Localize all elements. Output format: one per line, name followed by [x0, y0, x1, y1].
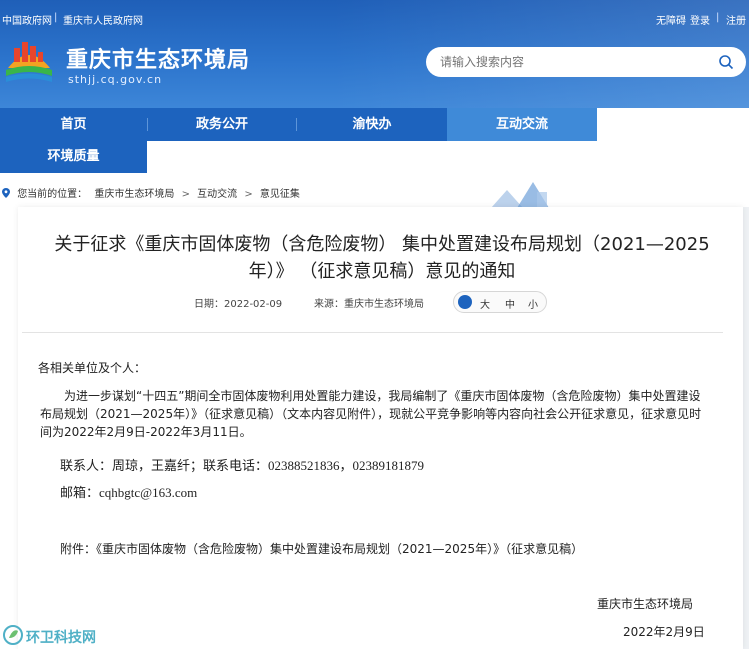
article-date: 日期：2022-02-09	[194, 299, 283, 310]
site-url: sthjj.cq.gov.cn	[68, 73, 163, 86]
article-sign-date: 2022年2月9日	[623, 625, 705, 639]
article-signature: 重庆市生态环境局	[597, 597, 694, 611]
article-salutation: 各相关单位及个人：	[38, 361, 147, 375]
main-nav: 首页 政务公开 渝快办 互动交流	[0, 108, 749, 141]
search-icon[interactable]	[718, 54, 734, 70]
article-title: 关于征求《重庆市固体废物（含危险废物） 集中处置建设布局规划（2021—2025…	[54, 234, 710, 282]
font-size-large-button[interactable]: 大	[480, 296, 490, 311]
page-right-edge	[743, 207, 749, 649]
article-email: 邮箱：cqhbgtc@163.com	[60, 485, 198, 500]
font-size-small-button[interactable]: 小	[528, 296, 538, 311]
font-size-control: 大 中 小	[453, 291, 547, 313]
nav-item-environment-quality[interactable]: 环境质量	[0, 141, 147, 173]
building-decoration-icon	[487, 180, 567, 208]
search-input[interactable]	[440, 53, 700, 71]
breadcrumb-arrow-icon: >	[181, 189, 190, 200]
watermark-leaf-icon	[3, 625, 23, 645]
article-card: 关于征求《重庆市固体废物（含危险废物） 集中处置建设布局规划（2021—2025…	[18, 207, 743, 649]
location-pin-icon	[2, 188, 13, 200]
link-login[interactable]: 登录	[690, 12, 710, 27]
watermark-text: 环卫科技网	[26, 630, 96, 646]
article-attachment-link[interactable]: 附件：《重庆市固体废物（含危险废物）集中处置建设布局规划（2021—2025年）…	[60, 540, 583, 558]
breadcrumb-item[interactable]: 互动交流	[197, 189, 237, 200]
nav-item-interaction[interactable]: 互动交流	[447, 108, 597, 141]
link-chongqing-gov[interactable]: 重庆市人民政府网	[63, 12, 143, 27]
breadcrumb: 您当前的位置： 重庆市生态环境局 > 互动交流 > 意见征集	[2, 185, 304, 200]
article-source: 来源：重庆市生态环境局	[314, 299, 424, 310]
font-size-medium-button[interactable]: 中	[505, 296, 515, 311]
top-separator: |	[716, 12, 720, 23]
site-logo-icon[interactable]	[4, 38, 54, 84]
nav-item-home[interactable]: 首页	[0, 108, 147, 141]
top-separator: |	[54, 12, 58, 23]
site-title[interactable]: 重庆市生态环境局	[66, 42, 250, 74]
breadcrumb-prefix: 您当前的位置：	[17, 189, 88, 200]
article-paragraph: 为进一步谋划“十四五”期间全市固体废物利用处置能力建设，我局编制了《重庆市固体废…	[40, 389, 702, 439]
font-size-icon	[458, 295, 472, 309]
divider	[22, 332, 723, 333]
article-contact: 联系人：周琼，王嘉纤；联系电话：02388521836，02389181879	[60, 458, 425, 473]
link-register[interactable]: 注册	[726, 12, 746, 27]
search-box	[426, 47, 746, 77]
top-bar: 中国政府网 | 重庆市人民政府网 无障碍 登录 | 注册	[0, 0, 749, 32]
breadcrumb-item[interactable]: 意见征集	[260, 189, 300, 200]
link-accessibility[interactable]: 无障碍	[656, 12, 686, 27]
breadcrumb-arrow-icon: >	[244, 189, 253, 200]
nav-item-government-affairs[interactable]: 政务公开	[148, 108, 296, 141]
site-header: 中国政府网 | 重庆市人民政府网 无障碍 登录 | 注册 重庆市生态环境局 st…	[0, 0, 749, 108]
link-china-gov[interactable]: 中国政府网	[2, 12, 52, 27]
nav-item-yukuaiban[interactable]: 渝快办	[297, 108, 447, 141]
watermark: 环卫科技网	[2, 624, 96, 646]
breadcrumb-item[interactable]: 重庆市生态环境局	[94, 189, 174, 200]
